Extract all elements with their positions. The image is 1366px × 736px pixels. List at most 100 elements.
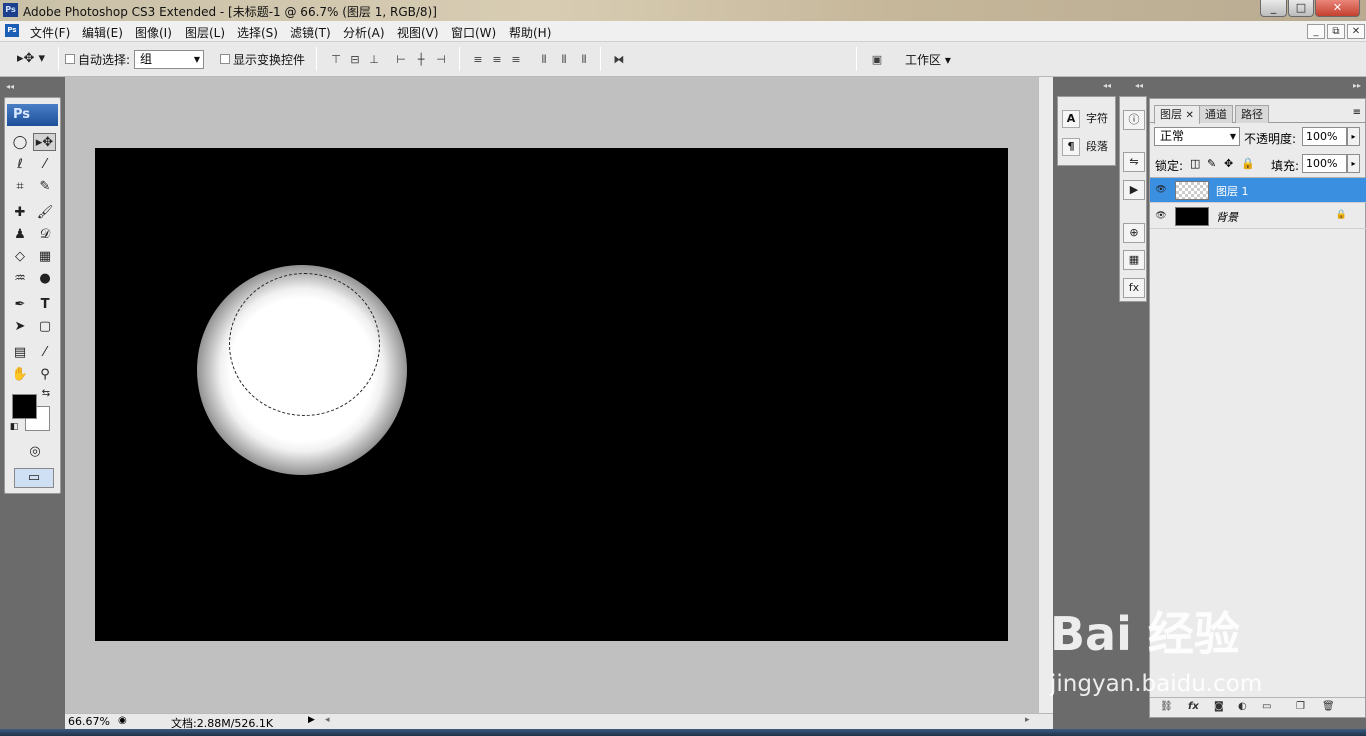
distribute-left-icon[interactable]: ⦀ (536, 53, 552, 66)
distribute-vcenter-icon[interactable]: ≡ (489, 53, 505, 66)
doc-close-button[interactable]: ✕ (1347, 24, 1365, 39)
crop-tool-icon[interactable]: ⌗ (10, 178, 30, 196)
swap-colors-icon[interactable]: ⇆ (39, 388, 53, 400)
delete-layer-icon[interactable]: 🗑 (1322, 701, 1335, 712)
opacity-slider-arrow-icon[interactable]: ▸ (1347, 127, 1360, 146)
notes-tool-icon[interactable]: ▤ (10, 344, 30, 362)
layer-row-background[interactable]: 👁 背景 🔒 (1150, 204, 1366, 229)
hand-tool-icon[interactable]: ✋ (10, 366, 30, 384)
document-icon[interactable]: Ps (5, 24, 19, 37)
show-transform-checkbox[interactable] (220, 54, 230, 64)
maximize-button[interactable]: □ (1288, 0, 1314, 17)
align-vcenter-icon[interactable]: ⊟ (347, 53, 363, 66)
menu-window[interactable]: 窗口(W) (451, 24, 496, 41)
slice-tool-icon[interactable]: ✎ (35, 178, 55, 196)
doc-restore-button[interactable]: ⧉ (1327, 24, 1345, 39)
tab-layers[interactable]: 图层 ✕ (1154, 105, 1200, 124)
path-selection-tool-icon[interactable]: ➤ (10, 318, 30, 336)
new-layer-icon[interactable]: ❐ (1296, 701, 1305, 712)
status-info-icon[interactable]: ◉ (118, 715, 127, 726)
auto-select-dropdown[interactable]: 组 ▼ (134, 50, 204, 69)
workspace-menu[interactable]: 工作区 ▾ (905, 51, 951, 68)
history-brush-tool-icon[interactable]: 𝒟 (35, 226, 55, 244)
panel-menu-icon[interactable]: ≡ (1353, 107, 1361, 118)
lock-position-icon[interactable]: ✥ (1224, 157, 1233, 170)
collapse-panels-icon[interactable]: ▸▸ (1353, 81, 1361, 90)
lock-all-icon[interactable]: 🔒 (1241, 157, 1255, 170)
blur-tool-icon[interactable]: ♒ (10, 270, 30, 288)
dodge-tool-icon[interactable]: ● (35, 270, 55, 288)
fill-slider-arrow-icon[interactable]: ▸ (1347, 154, 1360, 173)
foreground-color-swatch[interactable] (12, 394, 37, 419)
move-tool-preset-icon[interactable]: ▸✥ ▾ (14, 50, 48, 68)
paragraph-panel-button[interactable]: ¶ 段落 (1062, 136, 1108, 158)
type-tool-icon[interactable]: T (35, 296, 55, 314)
zoom-tool-icon[interactable]: ⚲ (35, 366, 55, 384)
fill-input[interactable]: 100% (1302, 154, 1347, 173)
brush-tool-icon[interactable]: 🖌 (35, 204, 55, 222)
swatches-icon[interactable]: ▦ (1123, 250, 1145, 270)
character-panel-button[interactable]: A 字符 (1062, 108, 1108, 130)
zoom-level[interactable]: 66.67% (68, 715, 110, 728)
distribute-top-icon[interactable]: ≡ (470, 53, 486, 66)
expand-panels-icon-2[interactable]: ◂◂ (1135, 81, 1143, 90)
screen-mode-icon[interactable]: ▭ (14, 468, 54, 488)
canvas-area[interactable] (65, 77, 1038, 713)
collapse-icon[interactable]: ◂◂ (6, 82, 14, 91)
info-icon[interactable]: ⓘ (1123, 110, 1145, 130)
menu-select[interactable]: 选择(S) (237, 24, 278, 41)
opacity-input[interactable]: 100% (1302, 127, 1347, 146)
navigator-icon[interactable]: ⊕ (1123, 223, 1145, 243)
scroll-left-icon[interactable]: ◂ (325, 715, 330, 725)
pen-tool-icon[interactable]: ✒ (10, 296, 30, 314)
doc-minimize-button[interactable]: _ (1307, 24, 1325, 39)
expand-panels-icon[interactable]: ◂◂ (1103, 81, 1111, 90)
distribute-right-icon[interactable]: ⦀ (576, 53, 592, 66)
menu-analysis[interactable]: 分析(A) (343, 24, 385, 41)
layer-row-layer1[interactable]: 👁 图层 1 (1150, 178, 1366, 203)
distribute-bottom-icon[interactable]: ≡ (508, 53, 524, 66)
align-right-icon[interactable]: ⊣ (433, 53, 449, 66)
bridge-icon[interactable]: ▣ (866, 53, 888, 66)
menu-image[interactable]: 图像(I) (135, 24, 172, 41)
menu-help[interactable]: 帮助(H) (509, 24, 551, 41)
layer-name[interactable]: 图层 1 (1216, 183, 1249, 199)
elliptical-marquee-tool-icon[interactable]: ◯ (10, 134, 30, 152)
visibility-eye-icon[interactable]: 👁 (1155, 184, 1167, 196)
tab-channels[interactable]: 通道 (1199, 105, 1233, 123)
move-tool-icon[interactable]: ▸✥ (33, 133, 56, 151)
blend-mode-dropdown[interactable]: 正常 ▼ (1154, 127, 1240, 146)
align-bottom-icon[interactable]: ⊥ (366, 53, 382, 66)
auto-align-icon[interactable]: ⧓ (611, 53, 627, 66)
styles-icon[interactable]: fx (1123, 278, 1145, 298)
menu-file[interactable]: 文件(F) (30, 24, 70, 41)
layer-name[interactable]: 背景 (1216, 209, 1238, 225)
align-hcenter-icon[interactable]: ┼ (413, 53, 429, 66)
status-menu-arrow-icon[interactable]: ▶ (308, 715, 315, 725)
close-window-button[interactable]: ✕ (1315, 0, 1360, 17)
visibility-eye-icon[interactable]: 👁 (1155, 210, 1167, 222)
healing-brush-tool-icon[interactable]: ✚ (10, 204, 30, 222)
eyedropper-tool-icon[interactable]: ⁄ (35, 344, 55, 362)
menu-layer[interactable]: 图层(L) (185, 24, 225, 41)
history-icon[interactable]: ⇋ (1123, 152, 1145, 172)
align-top-icon[interactable]: ⊤ (328, 53, 344, 66)
clone-stamp-tool-icon[interactable]: ♟ (10, 226, 30, 244)
lock-transparency-icon[interactable]: ◫ (1190, 157, 1200, 170)
eraser-tool-icon[interactable]: ◇ (10, 248, 30, 266)
gradient-tool-icon[interactable]: ▦ (35, 248, 55, 266)
menu-edit[interactable]: 编辑(E) (82, 24, 123, 41)
scroll-right-icon[interactable]: ▸ (1025, 715, 1030, 725)
menu-filter[interactable]: 滤镜(T) (290, 24, 331, 41)
align-left-icon[interactable]: ⊢ (393, 53, 409, 66)
shape-tool-icon[interactable]: ▢ (35, 318, 55, 336)
lock-pixels-icon[interactable]: ✎ (1207, 157, 1216, 170)
menu-view[interactable]: 视图(V) (397, 24, 439, 41)
default-colors-icon[interactable]: ◧ (8, 421, 20, 433)
tab-paths[interactable]: 路径 (1235, 105, 1269, 123)
distribute-hcenter-icon[interactable]: ⦀ (556, 53, 572, 66)
minimize-button[interactable]: _ (1260, 0, 1287, 17)
actions-icon[interactable]: ▶ (1123, 180, 1145, 200)
document-canvas[interactable] (95, 148, 1008, 641)
close-icon[interactable]: ✕ (1186, 110, 1194, 121)
